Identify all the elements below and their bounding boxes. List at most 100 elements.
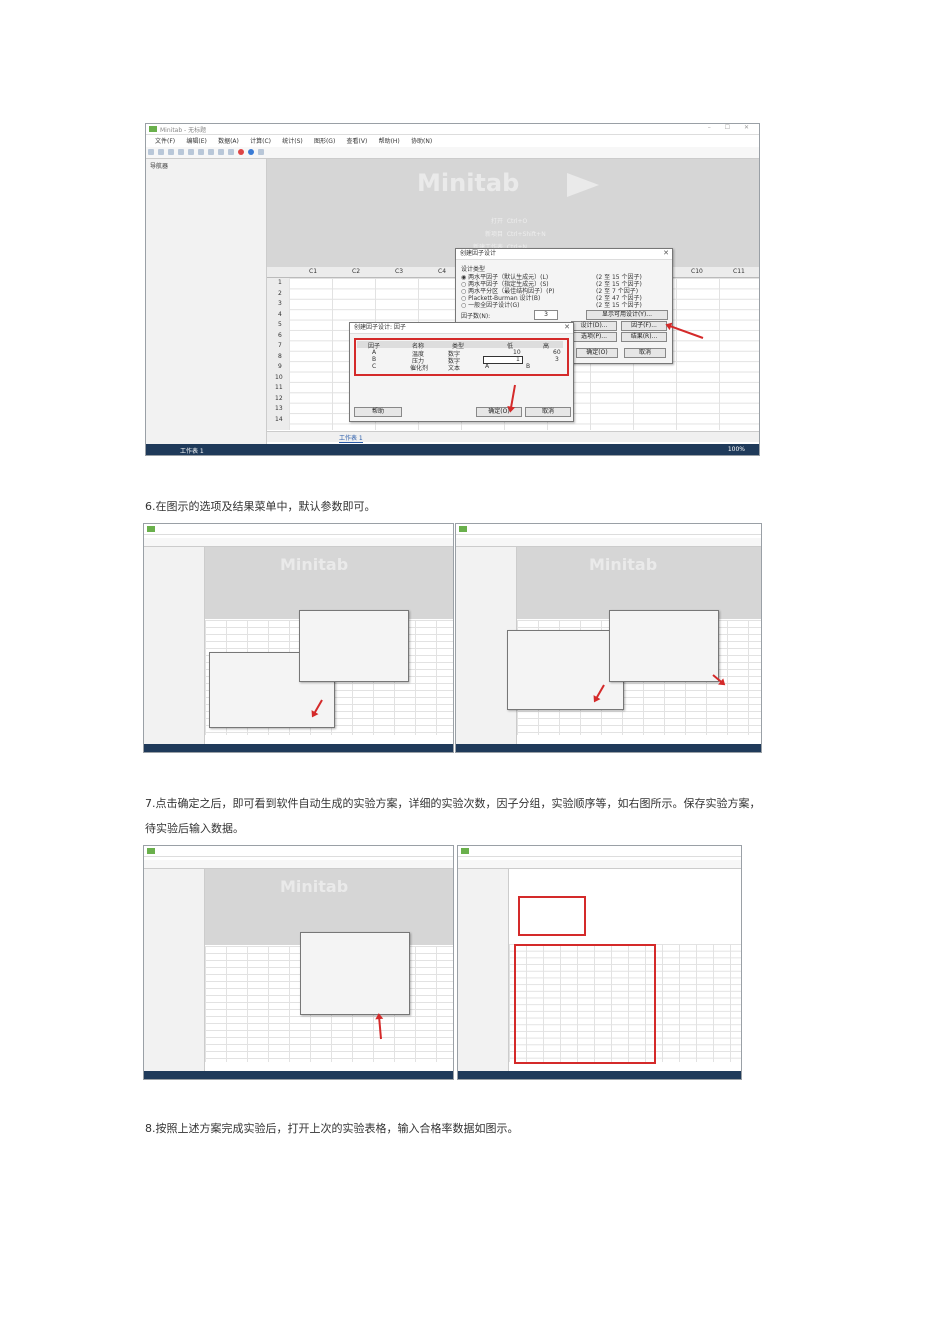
factors-ok-button[interactable]: 确定(O) — [476, 407, 522, 417]
row-5[interactable]: 5 — [278, 321, 282, 328]
factor-a-high[interactable]: 60 — [553, 349, 561, 356]
factor-b-high[interactable]: 3 — [555, 356, 559, 363]
show-designs-button[interactable]: 显示可用设计(Y)... — [586, 310, 668, 320]
row-13[interactable]: 13 — [275, 405, 283, 412]
minitab-app-icon — [149, 126, 157, 132]
design-option-5[interactable]: ○ 一般全因子设计(G) — [461, 300, 520, 309]
col-c3[interactable]: C3 — [395, 268, 403, 275]
print-icon[interactable] — [168, 149, 174, 155]
screenshot-results-dialog: Minitab — [455, 523, 762, 753]
factor-count-label: 因子数(N): — [461, 313, 491, 320]
status-bar — [458, 1071, 741, 1079]
navigator-panel — [144, 547, 205, 744]
row-14[interactable]: 14 — [275, 416, 283, 423]
factor-c-name[interactable]: 催化剂 — [410, 363, 428, 372]
formula-icon[interactable] — [258, 149, 264, 155]
close-icon[interactable]: ✕ — [663, 249, 669, 257]
ok-button[interactable]: 确定(O) — [576, 348, 618, 358]
factors-cancel-button[interactable]: 取消 — [525, 407, 571, 417]
minitab-app-icon — [147, 848, 155, 854]
help-button[interactable]: 帮助 — [354, 407, 402, 417]
status-bar — [144, 1071, 453, 1079]
factors-dialog-title: 创建因子设计: 因子 — [350, 323, 573, 334]
minitab-logo: Minitab — [417, 169, 520, 197]
worksheet-row-header: 1 2 3 4 5 6 7 8 9 10 11 12 13 14 — [267, 278, 289, 430]
row-3[interactable]: 3 — [278, 300, 282, 307]
factors-button[interactable]: 因子(F)... — [621, 321, 667, 331]
menu-edit[interactable]: 编辑(E) — [186, 136, 206, 145]
quick-open[interactable]: 打开 Ctrl+O — [491, 216, 527, 225]
menu-view[interactable]: 查看(V) — [347, 136, 368, 145]
col-c2[interactable]: C2 — [352, 268, 360, 275]
design-option-5-range: (2 至 15 个因子) — [596, 302, 642, 309]
menu-stat[interactable]: 统计(S) — [282, 136, 303, 145]
col-c1[interactable]: C1 — [309, 268, 317, 275]
row-6[interactable]: 6 — [278, 332, 282, 339]
options-button[interactable]: 选项(P)... — [571, 332, 617, 342]
copy-icon[interactable] — [188, 149, 194, 155]
row-10[interactable]: 10 — [275, 374, 283, 381]
stop-icon[interactable] — [238, 149, 244, 155]
factor-c-type[interactable]: 文本 — [448, 363, 460, 372]
caption-step6: 6.在图示的选项及结果菜单中，默认参数即可。 — [145, 500, 376, 513]
menu-data[interactable]: 数据(A) — [218, 136, 239, 145]
row-2[interactable]: 2 — [278, 290, 282, 297]
create-factorial-dialog — [299, 610, 409, 682]
help-icon[interactable] — [248, 149, 254, 155]
create-factorial-dialog — [609, 610, 719, 682]
factor-count-select[interactable]: 3 — [534, 310, 558, 320]
design-button[interactable]: 设计(D)... — [571, 321, 617, 331]
zoom-level: 100% — [727, 446, 745, 453]
col-c11[interactable]: C11 — [733, 268, 745, 275]
window-titlebar — [144, 524, 453, 535]
close-icon[interactable]: ✕ — [564, 323, 570, 331]
quick-new-project[interactable]: 新项目 Ctrl+Shift+N — [485, 229, 546, 238]
window-titlebar: Minitab - 无标题 – ☐ ✕ — [146, 124, 759, 135]
results-button[interactable]: 结果(R)... — [621, 332, 667, 342]
row-1[interactable]: 1 — [278, 279, 282, 286]
menu-calc[interactable]: 计算(C) — [250, 136, 271, 145]
screenshot-factor-dialog: Minitab - 无标题 – ☐ ✕ 文件(F) 编辑(E) 数据(A) 计算… — [145, 123, 760, 456]
toolbar — [456, 538, 761, 547]
factor-a-id: A — [372, 349, 377, 356]
menu-graph[interactable]: 图形(G) — [314, 136, 335, 145]
undo-icon[interactable] — [208, 149, 214, 155]
save-icon[interactable] — [158, 149, 164, 155]
start-page: Minitab — [517, 547, 761, 619]
row-12[interactable]: 12 — [275, 395, 283, 402]
cut-icon[interactable] — [178, 149, 184, 155]
window-title: Minitab - 无标题 — [160, 127, 207, 134]
navigator-label: 导航器 — [150, 163, 169, 170]
menu-assist[interactable]: 协助(N) — [411, 136, 432, 145]
factor-b-low[interactable]: 1 — [516, 356, 520, 363]
col-c10[interactable]: C10 — [691, 268, 703, 275]
row-8[interactable]: 8 — [278, 353, 282, 360]
window-titlebar — [458, 846, 741, 857]
screenshot-options-dialog: Minitab — [143, 523, 454, 753]
minitab-logo: Minitab — [589, 555, 658, 574]
sheet-tab[interactable]: 工作表 1 — [339, 433, 363, 443]
results-dialog — [507, 630, 624, 710]
factors-dialog: 创建因子设计: 因子 ✕ 因子 名称 类型 低 高 A 温度 数字 10 60 … — [349, 322, 574, 422]
menu-help[interactable]: 帮助(H) — [379, 136, 400, 145]
row-9[interactable]: 9 — [278, 363, 282, 370]
window-controls[interactable]: – ☐ ✕ — [708, 124, 755, 131]
toolbar — [144, 860, 453, 869]
find-icon[interactable] — [228, 149, 234, 155]
row-11[interactable]: 11 — [275, 384, 283, 391]
minitab-app-icon — [459, 526, 467, 532]
menu-file[interactable]: 文件(F) — [155, 136, 175, 145]
paste-icon[interactable] — [198, 149, 204, 155]
col-c4[interactable]: C4 — [438, 268, 446, 275]
open-icon[interactable] — [148, 149, 154, 155]
factor-a-low[interactable]: 10 — [513, 349, 521, 356]
redo-icon[interactable] — [218, 149, 224, 155]
design-table-highlight — [514, 944, 656, 1064]
cancel-button[interactable]: 取消 — [624, 348, 666, 358]
row-4[interactable]: 4 — [278, 311, 282, 318]
navigator-panel — [144, 869, 205, 1071]
screenshot-confirm-design: Minitab — [143, 845, 454, 1080]
factor-c-low[interactable]: A — [485, 363, 489, 370]
row-7[interactable]: 7 — [278, 342, 282, 349]
factor-c-high[interactable]: B — [526, 363, 530, 370]
